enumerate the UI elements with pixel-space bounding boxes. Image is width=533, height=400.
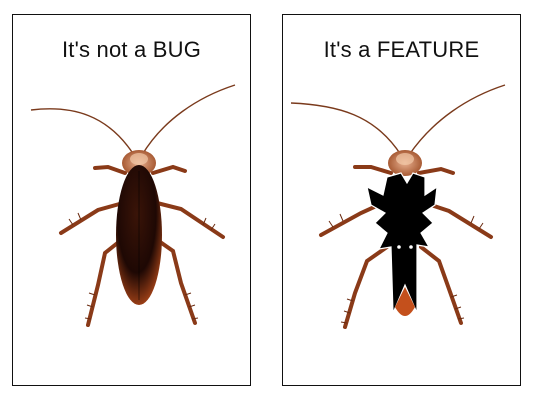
cockroach-batman-image — [290, 84, 506, 329]
cockroach-image — [30, 84, 236, 327]
panel-feature: It's a FEATURE — [282, 14, 521, 386]
batman-costume — [366, 172, 438, 314]
caption-feature: It's a FEATURE — [323, 37, 480, 62]
caption-not-a-bug: It's not a BUG — [61, 37, 202, 62]
panel-not-a-bug: It's not a BUG — [12, 14, 251, 386]
